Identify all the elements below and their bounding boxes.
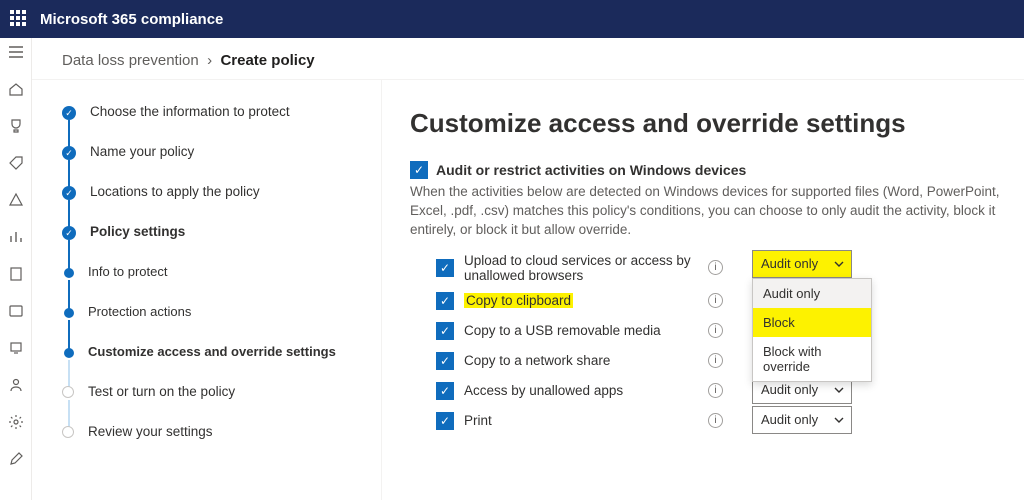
dropdown-option-block[interactable]: Block	[753, 308, 871, 337]
check-icon	[62, 226, 76, 240]
device-icon[interactable]	[8, 340, 24, 359]
dropdown-option-block-override[interactable]: Block with override	[753, 337, 871, 381]
step-customize-access[interactable]: Customize access and override settings	[62, 344, 361, 384]
info-icon[interactable]: i	[708, 383, 723, 398]
main-panel: Customize access and override settings A…	[382, 80, 1024, 500]
step-label: Test or turn on the policy	[88, 384, 235, 399]
step-policy-settings[interactable]: Policy settings	[62, 224, 361, 264]
left-rail	[0, 38, 32, 500]
activity-upload-cloud: Upload to cloud services or access by un…	[436, 250, 1024, 286]
activity-label: Copy to clipboard	[464, 293, 704, 308]
step-protection-actions[interactable]: Protection actions	[62, 304, 361, 344]
check-icon	[62, 186, 76, 200]
chevron-down-icon	[833, 414, 845, 429]
activity-checkbox[interactable]	[436, 412, 454, 430]
menu-icon[interactable]	[8, 44, 24, 63]
action-select[interactable]: Audit only	[752, 406, 852, 434]
activity-unallowed-apps: Access by unallowed apps i Audit only	[436, 376, 1024, 406]
home-icon[interactable]	[8, 81, 24, 100]
action-select[interactable]: Audit only	[752, 250, 852, 278]
info-icon[interactable]: i	[708, 293, 723, 308]
data-icon[interactable]	[8, 303, 24, 322]
settings-icon[interactable]	[8, 414, 24, 433]
activity-print: Print i Audit only	[436, 406, 1024, 436]
wizard-steps: Choose the information to protect Name y…	[32, 80, 382, 500]
step-info-protect[interactable]: Info to protect	[62, 264, 361, 304]
step-label: Locations to apply the policy	[90, 184, 260, 199]
trophy-icon[interactable]	[8, 118, 24, 137]
audit-checkbox[interactable]	[410, 161, 428, 179]
audit-label: Audit or restrict activities on Windows …	[436, 162, 746, 178]
activity-copy-clipboard: Copy to clipboard i	[436, 286, 1024, 316]
dot-icon	[64, 308, 74, 318]
tag-icon[interactable]	[8, 155, 24, 174]
check-icon	[62, 106, 76, 120]
info-icon[interactable]: i	[708, 413, 723, 428]
app-title: Microsoft 365 compliance	[40, 11, 223, 28]
step-label: Choose the information to protect	[90, 104, 290, 119]
page-title: Customize access and override settings	[410, 108, 1024, 139]
step-locations[interactable]: Locations to apply the policy	[62, 184, 361, 224]
step-label: Policy settings	[90, 224, 185, 239]
step-label: Customize access and override settings	[88, 344, 336, 359]
check-icon	[62, 146, 76, 160]
activity-checkbox[interactable]	[436, 259, 454, 277]
circle-icon	[62, 426, 74, 438]
breadcrumb-sep: ›	[207, 52, 212, 69]
action-dropdown: Audit only Block Block with override	[752, 278, 872, 382]
activity-label: Copy to a USB removable media	[464, 323, 704, 338]
select-value: Audit only	[761, 412, 818, 427]
activity-label: Print	[464, 413, 704, 428]
info-icon[interactable]: i	[708, 323, 723, 338]
alert-icon[interactable]	[8, 192, 24, 211]
activity-copy-network: Copy to a network share i	[436, 346, 1024, 376]
info-icon[interactable]: i	[708, 260, 723, 275]
report-icon[interactable]	[8, 229, 24, 248]
edit-icon[interactable]	[8, 451, 24, 470]
step-label: Info to protect	[88, 264, 168, 279]
step-label: Protection actions	[88, 304, 191, 319]
permissions-icon[interactable]	[8, 377, 24, 396]
chevron-down-icon	[833, 258, 845, 273]
step-label: Name your policy	[90, 144, 194, 159]
breadcrumb-parent[interactable]: Data loss prevention	[62, 52, 199, 69]
dot-icon	[64, 268, 74, 278]
app-launcher-icon[interactable]	[10, 10, 28, 28]
info-icon[interactable]: i	[708, 353, 723, 368]
chevron-down-icon	[833, 384, 845, 399]
activity-label: Access by unallowed apps	[464, 383, 704, 398]
activity-label: Copy to a network share	[464, 353, 704, 368]
activity-checkbox[interactable]	[436, 352, 454, 370]
top-bar: Microsoft 365 compliance	[0, 0, 1024, 38]
breadcrumb: Data loss prevention › Create policy	[32, 38, 1024, 80]
select-value: Audit only	[761, 256, 818, 271]
activity-checkbox[interactable]	[436, 322, 454, 340]
step-name-policy[interactable]: Name your policy	[62, 144, 361, 184]
select-value: Audit only	[761, 382, 818, 397]
activity-copy-usb: Copy to a USB removable media i	[436, 316, 1024, 346]
step-label: Review your settings	[88, 424, 213, 439]
step-test-turn-on[interactable]: Test or turn on the policy	[62, 384, 361, 424]
dot-icon	[64, 348, 74, 358]
activity-label: Upload to cloud services or access by un…	[464, 253, 704, 283]
circle-icon	[62, 386, 74, 398]
audit-description: When the activities below are detected o…	[410, 183, 1024, 240]
policy-icon[interactable]	[8, 266, 24, 285]
step-choose-info[interactable]: Choose the information to protect	[62, 104, 361, 144]
step-review[interactable]: Review your settings	[62, 424, 361, 464]
activity-checkbox[interactable]	[436, 292, 454, 310]
activity-checkbox[interactable]	[436, 382, 454, 400]
breadcrumb-current: Create policy	[220, 52, 314, 69]
dropdown-option-audit[interactable]: Audit only	[753, 279, 871, 308]
